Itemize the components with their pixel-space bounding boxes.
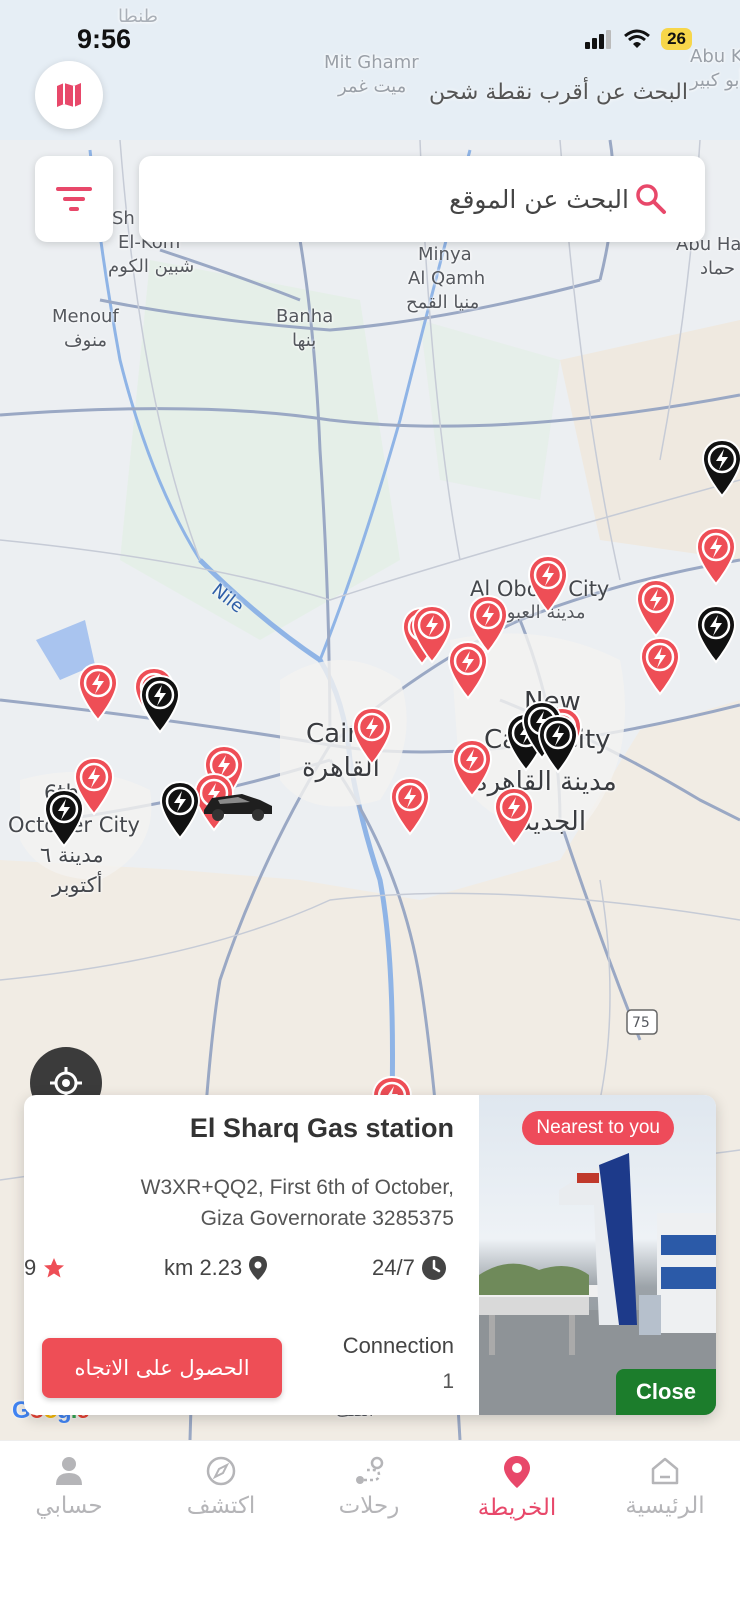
map-label: Al Qamh xyxy=(408,268,486,289)
charging-station-pin-busy[interactable] xyxy=(694,604,738,664)
rating: 9 xyxy=(24,1255,66,1281)
map-label: منوف xyxy=(64,330,108,351)
compass-icon xyxy=(206,1456,236,1486)
close-button[interactable]: Close xyxy=(616,1369,716,1415)
charging-station-pin[interactable] xyxy=(466,594,510,654)
opening-hours: 24/7 xyxy=(372,1255,447,1281)
hours-value: 24/7 xyxy=(372,1255,415,1280)
nav-item-account[interactable]: حسابي xyxy=(14,1455,124,1519)
map-label: Sh xyxy=(112,208,135,229)
star-icon xyxy=(44,1258,65,1278)
charging-station-pin[interactable] xyxy=(450,738,494,798)
nav-label: الخريطة xyxy=(477,1495,557,1521)
distance-value: km 2.23 xyxy=(164,1255,243,1280)
charging-station-pin[interactable] xyxy=(634,578,678,638)
status-time: 9:56 xyxy=(77,24,132,54)
rating-value: 9 xyxy=(24,1255,37,1280)
route-icon xyxy=(356,1456,384,1484)
filter-button[interactable] xyxy=(35,156,113,242)
map-label: Menouf xyxy=(52,306,119,327)
charging-station-pin-busy[interactable] xyxy=(138,674,182,734)
nearest-badge: Nearest to you xyxy=(522,1111,674,1145)
location-pin-icon xyxy=(249,1256,268,1280)
charging-station-pin[interactable] xyxy=(350,706,394,766)
get-directions-button[interactable]: الحصول على الاتجاه xyxy=(42,1338,282,1398)
home-icon xyxy=(651,1457,679,1485)
route-shield-label: 75 xyxy=(632,1015,650,1031)
map-label: بنها xyxy=(292,330,317,351)
map-label: شبين الكوم xyxy=(108,256,195,277)
charging-station-pin[interactable] xyxy=(388,776,432,836)
map-label: Banha xyxy=(276,306,334,327)
charging-station-pin[interactable] xyxy=(492,786,536,846)
map-icon xyxy=(57,83,81,107)
charging-station-pin-busy[interactable] xyxy=(42,788,86,848)
nav-label: حسابي xyxy=(35,1493,103,1519)
filter-icon xyxy=(56,187,92,211)
charging-station-pin-busy[interactable] xyxy=(158,780,202,840)
nav-item-trips[interactable]: رحلات xyxy=(314,1455,424,1519)
status-bar: 9:56 26 xyxy=(0,0,740,80)
station-title: El Sharq Gas station xyxy=(189,1113,454,1143)
nav-item-home[interactable]: الرئيسية xyxy=(610,1455,720,1519)
charging-station-pin-busy[interactable] xyxy=(536,714,580,774)
connection-value: 1 xyxy=(442,1370,454,1393)
map-label: أكتوبر xyxy=(52,873,103,897)
nav-label: رحلات xyxy=(338,1493,400,1519)
clock-icon xyxy=(421,1256,446,1280)
map-pin-icon xyxy=(504,1456,530,1488)
person-icon xyxy=(56,1457,82,1485)
car-marker xyxy=(204,794,272,821)
charging-station-pin[interactable] xyxy=(76,662,120,722)
signal-icon xyxy=(585,30,612,49)
nearest-charging-hint: البحث عن أقرب نقطة شحن xyxy=(428,80,688,105)
map-label: منيا القمح xyxy=(406,292,480,313)
charging-station-pin-busy[interactable] xyxy=(700,438,740,498)
bottom-nav: حسابي اكتشف رحلات الخريطة الرئيسية xyxy=(0,1440,740,1600)
nav-item-map[interactable]: الخريطة xyxy=(462,1455,572,1521)
battery-indicator: 26 xyxy=(661,28,692,50)
charging-station-pin[interactable] xyxy=(694,526,738,586)
charging-station-pin[interactable] xyxy=(526,554,570,614)
map-view-button[interactable] xyxy=(35,61,103,129)
station-address: W3XR+QQ2, First 6th of October, Giza Gov… xyxy=(54,1172,454,1234)
search-icon xyxy=(636,184,666,214)
map-label: حماد xyxy=(700,258,736,279)
search-input[interactable] xyxy=(159,156,629,242)
address-line: W3XR+QQ2, First 6th of October, xyxy=(140,1176,454,1199)
search-box[interactable] xyxy=(139,156,705,242)
station-photo: Nearest to you Close xyxy=(479,1095,716,1415)
nav-label: اكتشف xyxy=(186,1493,256,1519)
nav-label: الرئيسية xyxy=(625,1493,705,1519)
wifi-icon xyxy=(624,29,651,48)
address-line: Giza Governorate 3285375 xyxy=(200,1207,454,1230)
nav-item-explore[interactable]: اكتشف xyxy=(166,1455,276,1519)
map-label: Minya xyxy=(418,244,472,265)
distance: km 2.23 xyxy=(164,1255,268,1281)
connection-label: Connection xyxy=(342,1333,454,1358)
charging-station-pin[interactable] xyxy=(638,636,682,696)
station-card[interactable]: El Sharq Gas station W3XR+QQ2, First 6th… xyxy=(24,1095,716,1415)
